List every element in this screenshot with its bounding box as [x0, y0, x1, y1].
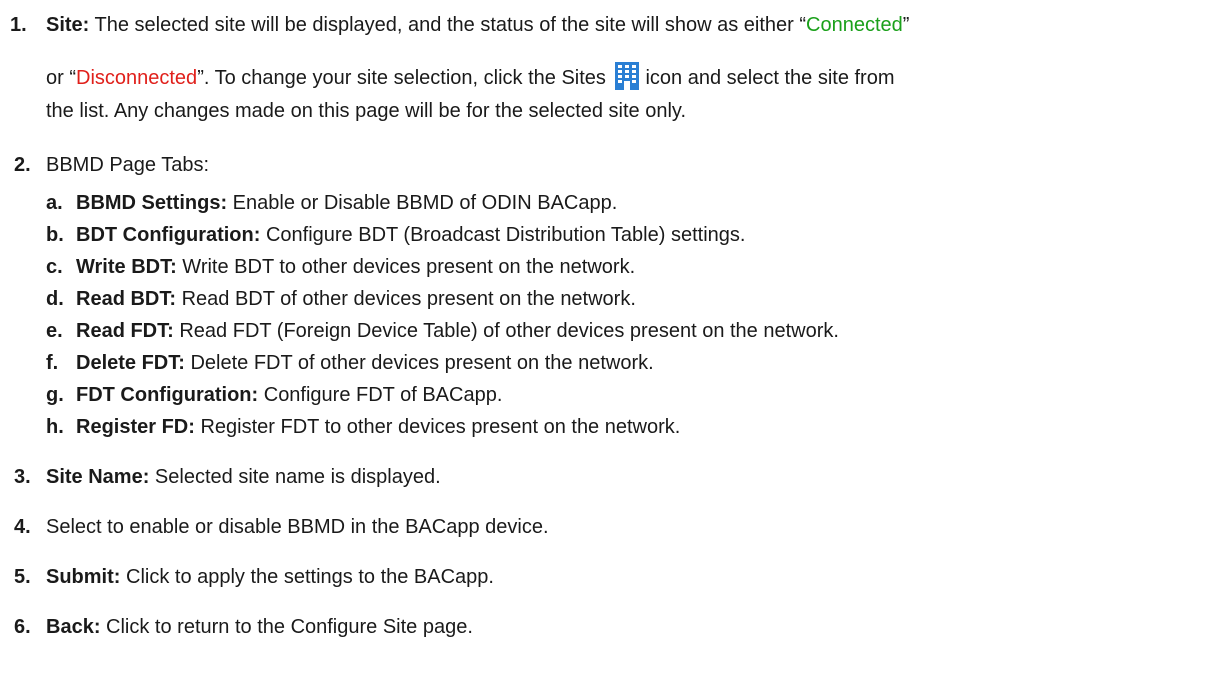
sublist-item: d. Read BDT: Read BDT of other devices pr… — [46, 288, 636, 310]
list-number: 5. — [14, 566, 31, 588]
list-number: 1. — [10, 14, 27, 36]
list-item-site-line1: Site: The selected site will be displaye… — [46, 14, 910, 36]
sublist-item: e. Read FDT: Read FDT (Foreign Device Tab… — [46, 320, 839, 342]
list-number: 6. — [14, 616, 31, 638]
connected-status-text: Connected — [806, 14, 903, 36]
building-icon — [615, 62, 640, 90]
list-item-back: Back: Click to return to the Configure S… — [46, 616, 473, 638]
disconnected-status-text: Disconnected — [76, 67, 198, 89]
sublist-item: c. Write BDT: Write BDT to other devices … — [46, 256, 636, 278]
sublist-item: a. BBMD Settings: Enable or Disable BBMD … — [46, 192, 618, 214]
list-item-page-tabs: BBMD Page Tabs: — [46, 154, 210, 176]
list-number: 3. — [14, 466, 31, 488]
sublist-item: h. Register FD: Register FDT to other dev… — [46, 416, 681, 438]
list-number: 2. — [14, 154, 31, 176]
list-item-label: Site: — [46, 14, 90, 36]
list-item-enable-bbmd: Select to enable or disable BBMD in the … — [46, 516, 549, 538]
sublist-item: b. BDT Configuration: Configure BDT (Broa… — [46, 224, 746, 246]
list-item-submit: Submit: Click to apply the settings to t… — [46, 566, 494, 588]
document-page: 1. Site: The selected site will be displ… — [0, 0, 1231, 673]
sublist-item: f. Delete FDT: Delete FDT of other device… — [46, 352, 654, 374]
list-number: 4. — [14, 516, 31, 538]
list-item-site-line3: the list. Any changes made on this page … — [46, 100, 686, 122]
list-item-site-line2: or “Disconnected”. To change your site s… — [46, 62, 895, 90]
sublist-item: g. FDT Configuration: Configure FDT of BA… — [46, 384, 503, 406]
list-item-site-name: Site Name: Selected site name is display… — [46, 466, 441, 488]
